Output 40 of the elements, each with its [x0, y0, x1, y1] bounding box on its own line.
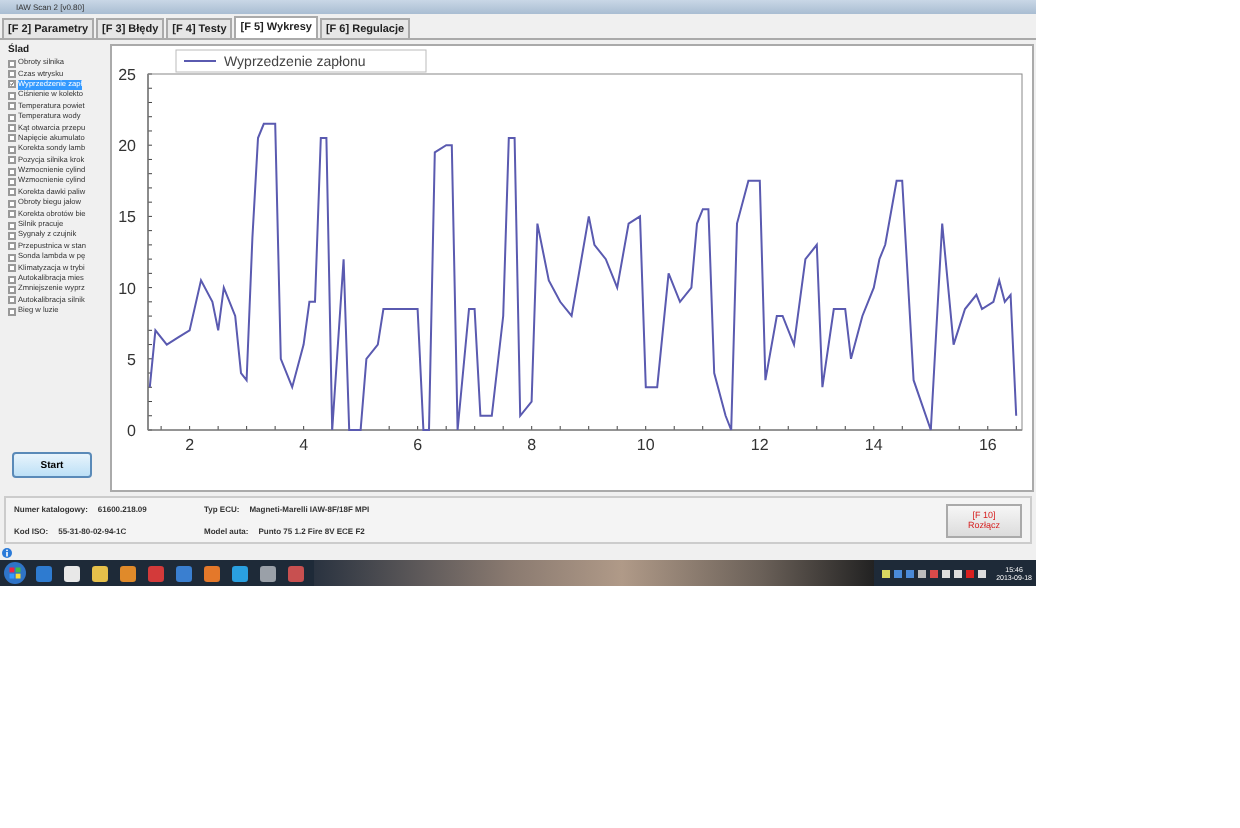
checkbox[interactable]: [8, 134, 16, 143]
checkbox[interactable]: [8, 91, 16, 100]
checkbox[interactable]: [8, 102, 16, 111]
checkbox[interactable]: [8, 177, 16, 186]
checkbox[interactable]: [8, 231, 16, 240]
x-tick-label: 2: [185, 436, 195, 454]
checkbox[interactable]: [8, 156, 16, 165]
checkbox[interactable]: [8, 145, 16, 154]
x-tick-label: 4: [299, 436, 309, 454]
x-tick-label: 8: [527, 436, 537, 454]
y-tick-label: 20: [118, 137, 136, 156]
checkbox[interactable]: [8, 264, 16, 273]
checkbox[interactable]: [8, 275, 16, 283]
y-tick-label: 5: [127, 350, 136, 369]
checkbox[interactable]: [8, 124, 16, 133]
checkbox[interactable]: [8, 113, 16, 122]
x-tick-label: 12: [750, 436, 769, 454]
checkbox[interactable]: [8, 210, 16, 219]
y-tick-label: 25: [118, 66, 136, 84]
start-orb-icon[interactable]: [4, 562, 26, 584]
x-tick-label: 14: [864, 436, 883, 454]
x-tick-label: 6: [413, 436, 423, 454]
checkbox[interactable]: [8, 307, 16, 316]
y-tick-label: 0: [127, 422, 136, 440]
checkbox[interactable]: [8, 242, 16, 251]
checkbox[interactable]: [8, 253, 16, 262]
y-tick-label: 10: [118, 279, 136, 298]
checkbox[interactable]: [8, 296, 16, 305]
y-tick-label: 15: [118, 208, 136, 227]
checkbox[interactable]: [8, 167, 16, 176]
checkbox[interactable]: [8, 188, 16, 197]
info-icon: [2, 547, 12, 557]
checkbox[interactable]: [8, 199, 16, 208]
checkbox[interactable]: [8, 221, 16, 230]
checkbox[interactable]: [8, 70, 16, 79]
x-tick-label: 10: [636, 436, 655, 454]
checkbox[interactable]: [8, 80, 16, 89]
x-tick-label: 16: [978, 436, 997, 454]
checkbox[interactable]: [8, 285, 16, 294]
checkbox[interactable]: [8, 59, 16, 68]
